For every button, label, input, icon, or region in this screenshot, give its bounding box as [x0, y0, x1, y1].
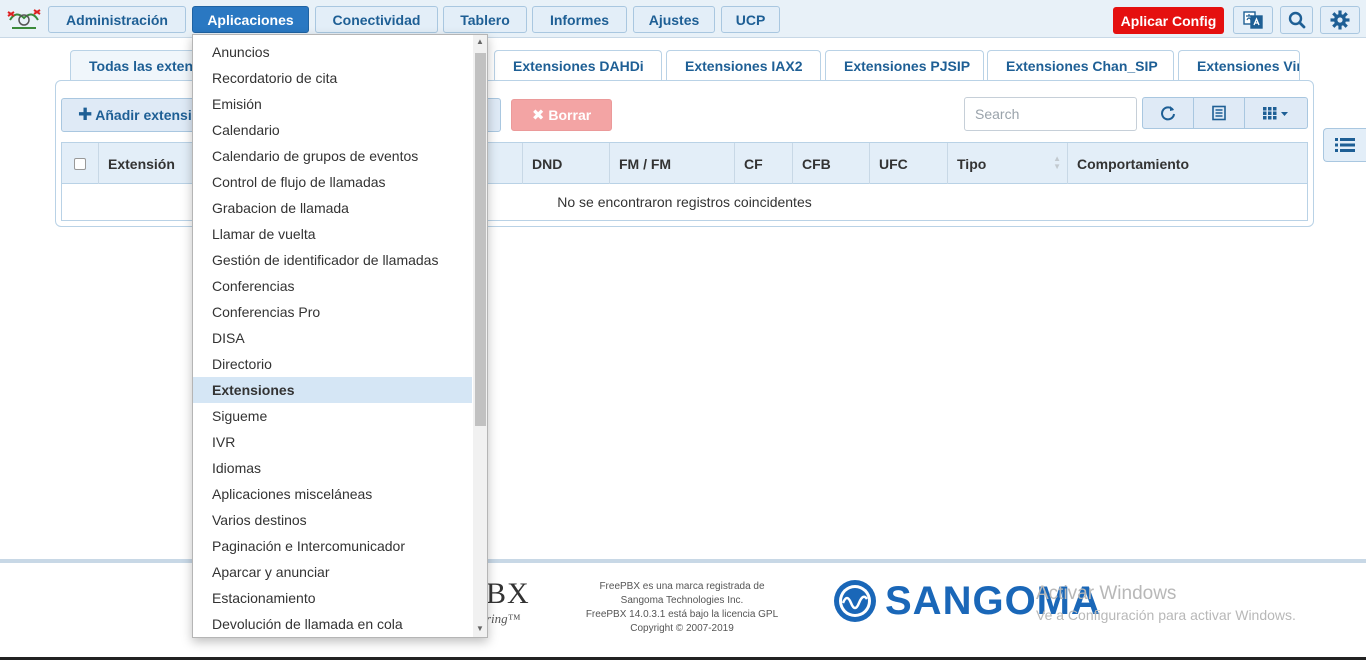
- dropdown-item[interactable]: Devolución de llamada en cola: [193, 611, 472, 637]
- dropdown-item[interactable]: Varios destinos: [193, 507, 472, 533]
- scroll-down-icon[interactable]: ▼: [476, 624, 484, 633]
- nav-ajustes[interactable]: Ajustes: [633, 6, 715, 33]
- plus-icon: ✚: [78, 105, 93, 124]
- col-dnd[interactable]: DND: [523, 143, 610, 184]
- refresh-button[interactable]: [1143, 98, 1194, 128]
- select-all-checkbox[interactable]: [74, 157, 86, 170]
- sort-icon: ▲ ▼: [1053, 154, 1061, 171]
- table-tools: [1142, 97, 1308, 129]
- dropdown-item[interactable]: Calendario: [193, 117, 472, 143]
- nav-ucp[interactable]: UCP: [721, 6, 780, 33]
- apply-config-button[interactable]: Aplicar Config: [1113, 7, 1224, 34]
- col-comportamiento[interactable]: Comportamiento: [1068, 143, 1307, 184]
- gear-icon: [1330, 10, 1350, 30]
- col-fmfm[interactable]: FM / FM: [610, 143, 735, 184]
- dropdown-item[interactable]: Paginación e Intercomunicador: [193, 533, 472, 559]
- columns-button[interactable]: [1245, 98, 1307, 128]
- col-cfb[interactable]: CFB: [793, 143, 870, 184]
- nav-conectividad[interactable]: Conectividad: [315, 6, 438, 33]
- nav-informes[interactable]: Informes: [532, 6, 627, 33]
- dropdown-scrollbar[interactable]: ▲ ▼: [473, 35, 487, 637]
- footer-legal: FreePBX es una marca registrada de Sango…: [580, 580, 784, 636]
- col-ufc[interactable]: UFC: [870, 143, 948, 184]
- toggle-view-button[interactable]: [1194, 98, 1245, 128]
- col-tipo[interactable]: Tipo ▲ ▼: [948, 143, 1068, 184]
- translate-icon: [1243, 11, 1263, 29]
- legal-line: Sangoma Technologies Inc.: [620, 595, 744, 606]
- search-button[interactable]: [1280, 6, 1313, 34]
- legal-line: Copyright © 2007-2019: [630, 623, 734, 634]
- scroll-up-icon[interactable]: ▲: [476, 37, 484, 46]
- tab-pjsip[interactable]: Extensiones PJSIP: [825, 50, 984, 81]
- list-icon: [1335, 138, 1355, 152]
- dropdown-item[interactable]: Calendario de grupos de eventos: [193, 143, 472, 169]
- tab-dahdi[interactable]: Extensiones DAHDi: [494, 50, 662, 81]
- tab-iax2[interactable]: Extensiones IAX2: [666, 50, 821, 81]
- tab-chan-sip[interactable]: Extensiones Chan_SIP: [987, 50, 1174, 81]
- dropdown-item[interactable]: DISA: [193, 325, 472, 351]
- dropdown-item[interactable]: Recordatorio de cita: [193, 65, 472, 91]
- dropdown-item[interactable]: Directorio: [193, 351, 472, 377]
- dropdown-item[interactable]: Extensiones: [193, 377, 472, 403]
- refresh-icon: [1161, 106, 1175, 121]
- dropdown-item[interactable]: Gestión de identificador de llamadas: [193, 247, 472, 273]
- close-icon: ✖: [531, 107, 545, 124]
- dropdown-item[interactable]: Control de flujo de llamadas: [193, 169, 472, 195]
- dropdown-item[interactable]: Estacionamiento: [193, 585, 472, 611]
- search-icon: [1288, 11, 1305, 29]
- select-all-cell: [62, 143, 99, 184]
- legal-line: FreePBX es una marca registrada de: [599, 581, 765, 592]
- freepbx-tagline-fragment: ring™: [486, 611, 521, 626]
- top-navbar: Administración Aplicaciones Conectividad…: [0, 0, 1366, 38]
- col-tipo-label: Tipo: [957, 155, 987, 172]
- dropdown-item[interactable]: Sigueme: [193, 403, 472, 429]
- search-input[interactable]: [964, 97, 1137, 131]
- windows-watermark-title: Activar Windows: [1036, 583, 1177, 604]
- tab-virtual[interactable]: Extensiones Virtuales: [1178, 50, 1300, 81]
- side-menu-toggle[interactable]: [1323, 128, 1366, 162]
- dropdown-item[interactable]: Aparcar y anunciar: [193, 559, 472, 585]
- columns-grid-icon: [1263, 107, 1288, 120]
- sangoma-wave-icon: [834, 580, 876, 622]
- nav-aplicaciones[interactable]: Aplicaciones: [192, 6, 309, 33]
- nav-administracion[interactable]: Administración: [48, 6, 186, 33]
- delete-label: Borrar: [548, 107, 592, 123]
- nav-tablero[interactable]: Tablero: [443, 6, 527, 33]
- windows-watermark-subtitle: Ve a Configuración para activar Windows.: [1036, 607, 1296, 623]
- dropdown-item[interactable]: Emisión: [193, 91, 472, 117]
- dropdown-item[interactable]: Llamar de vuelta: [193, 221, 472, 247]
- freepbx-logo-icon[interactable]: [6, 6, 42, 32]
- dropdown-scroll-thumb[interactable]: [475, 53, 486, 426]
- col-cf[interactable]: CF: [735, 143, 793, 184]
- tab-todas-extensiones[interactable]: Todas las extensiones: [70, 50, 200, 81]
- dropdown-item[interactable]: Anuncios: [193, 39, 472, 65]
- settings-button[interactable]: [1320, 6, 1360, 34]
- dropdown-item[interactable]: Grabacion de llamada: [193, 195, 472, 221]
- legal-line: FreePBX 14.0.3.1 está bajo la licencia G…: [585, 609, 779, 620]
- delete-button[interactable]: ✖ Borrar: [511, 99, 612, 131]
- dropdown-item[interactable]: IVR: [193, 429, 472, 455]
- dropdown-item[interactable]: Idiomas: [193, 455, 472, 481]
- dropdown-item[interactable]: Conferencias Pro: [193, 299, 472, 325]
- dropdown-item[interactable]: Conferencias: [193, 273, 472, 299]
- dropdown-item[interactable]: Aplicaciones misceláneas: [193, 481, 472, 507]
- aplicaciones-dropdown: Anuncios Recordatorio de cita Emisión Calen…: [192, 34, 488, 638]
- language-button[interactable]: [1233, 6, 1273, 34]
- freepbx-brand-fragment: BX: [486, 577, 530, 610]
- list-view-icon: [1212, 105, 1226, 121]
